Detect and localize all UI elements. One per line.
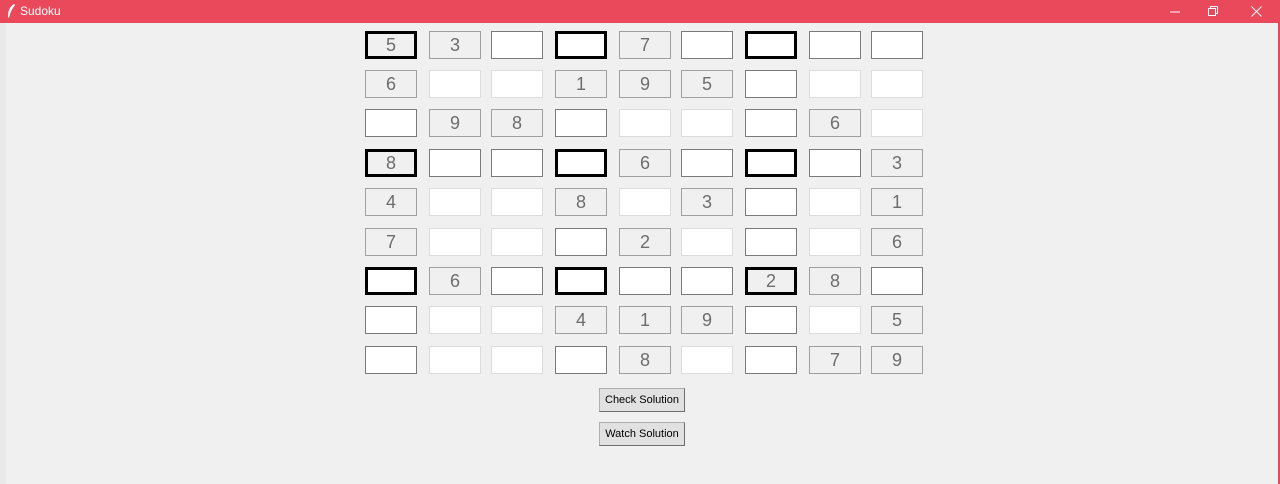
sudoku-cell: 8: [619, 346, 671, 374]
sudoku-cell: 3: [429, 31, 481, 59]
sudoku-cell: 8: [365, 149, 417, 177]
sudoku-cell[interactable]: [491, 228, 543, 256]
feather-icon: [8, 4, 15, 18]
sudoku-cell: 2: [619, 228, 671, 256]
sudoku-cell[interactable]: [745, 346, 797, 374]
sudoku-cell: 1: [871, 188, 923, 216]
sudoku-cell: 6: [429, 267, 481, 295]
sudoku-cell[interactable]: [429, 346, 481, 374]
window-left-edge: [0, 23, 6, 484]
sudoku-cell[interactable]: [491, 267, 543, 295]
sudoku-cell[interactable]: [809, 31, 861, 59]
sudoku-cell: 6: [365, 70, 417, 98]
sudoku-cell[interactable]: [745, 306, 797, 334]
sudoku-cell[interactable]: [365, 109, 417, 137]
sudoku-cell: 8: [555, 188, 607, 216]
sudoku-cell[interactable]: [429, 228, 481, 256]
sudoku-cell[interactable]: [871, 109, 923, 137]
sudoku-cell[interactable]: [429, 306, 481, 334]
sudoku-cell[interactable]: [365, 267, 417, 295]
sudoku-cell[interactable]: [491, 188, 543, 216]
sudoku-cell: 5: [365, 31, 417, 59]
close-icon: [1251, 6, 1262, 17]
sudoku-cell[interactable]: [745, 31, 797, 59]
check-solution-button[interactable]: Check Solution: [599, 388, 685, 412]
sudoku-cell: 8: [809, 267, 861, 295]
sudoku-cell: 6: [619, 149, 671, 177]
sudoku-cell[interactable]: [619, 109, 671, 137]
sudoku-cell: 8: [491, 109, 543, 137]
sudoku-cell: 3: [871, 149, 923, 177]
sudoku-cell[interactable]: [809, 228, 861, 256]
sudoku-cell: 9: [871, 346, 923, 374]
sudoku-cell: 5: [871, 306, 923, 334]
sudoku-cell[interactable]: [619, 267, 671, 295]
sudoku-cell: 5: [681, 70, 733, 98]
sudoku-cell[interactable]: [745, 70, 797, 98]
sudoku-cell[interactable]: [429, 149, 481, 177]
sudoku-cell[interactable]: [745, 149, 797, 177]
restore-button[interactable]: [1191, 0, 1237, 23]
restore-icon: [1208, 6, 1218, 16]
sudoku-cell[interactable]: [681, 267, 733, 295]
sudoku-cell[interactable]: [491, 149, 543, 177]
sudoku-cell: 7: [365, 228, 417, 256]
sudoku-cell[interactable]: [681, 346, 733, 374]
window-title: Sudoku: [20, 4, 61, 18]
sudoku-cell[interactable]: [365, 346, 417, 374]
sudoku-cell[interactable]: [555, 346, 607, 374]
sudoku-cell[interactable]: [555, 149, 607, 177]
sudoku-cell: 9: [619, 70, 671, 98]
sudoku-cell[interactable]: [555, 109, 607, 137]
sudoku-cell: 9: [681, 306, 733, 334]
watch-solution-button[interactable]: Watch Solution: [599, 422, 685, 446]
sudoku-cell: 7: [619, 31, 671, 59]
sudoku-cell: 7: [809, 346, 861, 374]
sudoku-cell[interactable]: [491, 306, 543, 334]
sudoku-cell[interactable]: [681, 228, 733, 256]
sudoku-cell: 2: [745, 267, 797, 295]
sudoku-cell: 4: [365, 188, 417, 216]
sudoku-cell[interactable]: [745, 188, 797, 216]
sudoku-cell[interactable]: [681, 109, 733, 137]
sudoku-cell[interactable]: [871, 70, 923, 98]
sudoku-cell[interactable]: [681, 31, 733, 59]
sudoku-cell[interactable]: [809, 188, 861, 216]
sudoku-cell[interactable]: [809, 306, 861, 334]
sudoku-cell[interactable]: [745, 228, 797, 256]
sudoku-cell[interactable]: [555, 31, 607, 59]
sudoku-cell[interactable]: [555, 228, 607, 256]
sudoku-cell[interactable]: [681, 149, 733, 177]
sudoku-cell[interactable]: [491, 346, 543, 374]
sudoku-cell[interactable]: [555, 267, 607, 295]
close-button[interactable]: [1234, 0, 1280, 23]
sudoku-cell: 6: [809, 109, 861, 137]
sudoku-cell: 6: [871, 228, 923, 256]
sudoku-cell[interactable]: [491, 31, 543, 59]
sudoku-cell[interactable]: [809, 70, 861, 98]
sudoku-cell[interactable]: [871, 267, 923, 295]
title-bar: Sudoku: [0, 0, 1280, 23]
minimize-icon: [1170, 11, 1180, 13]
sudoku-cell: 1: [555, 70, 607, 98]
sudoku-cell[interactable]: [365, 306, 417, 334]
sudoku-cell[interactable]: [745, 109, 797, 137]
sudoku-cell[interactable]: [429, 70, 481, 98]
sudoku-cell: 4: [555, 306, 607, 334]
sudoku-cell[interactable]: [809, 149, 861, 177]
sudoku-cell[interactable]: [619, 188, 671, 216]
sudoku-cell[interactable]: [429, 188, 481, 216]
sudoku-cell: 9: [429, 109, 481, 137]
sudoku-cell: 1: [619, 306, 671, 334]
sudoku-cell[interactable]: [871, 31, 923, 59]
sudoku-cell: 3: [681, 188, 733, 216]
sudoku-cell[interactable]: [491, 70, 543, 98]
